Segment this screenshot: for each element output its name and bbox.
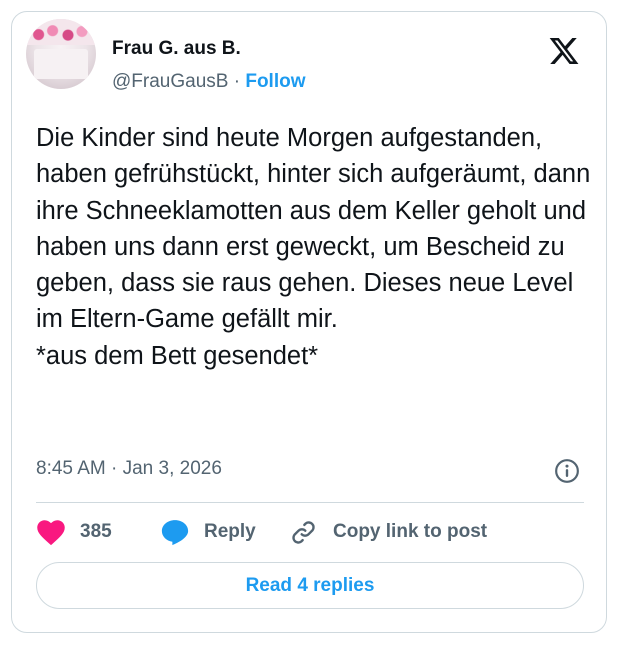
author-handle[interactable]: @FrauGausB xyxy=(112,71,228,92)
post-text: Die Kinder sind heute Morgen aufgestande… xyxy=(36,124,591,370)
copy-link-label: Copy link to post xyxy=(333,521,488,542)
x-logo-icon[interactable] xyxy=(547,35,581,67)
author-name[interactable]: Frau G. aus B. xyxy=(112,38,241,60)
follow-button[interactable]: Follow xyxy=(245,71,305,92)
avatar[interactable] xyxy=(26,19,96,89)
link-icon xyxy=(292,520,315,544)
like-button[interactable]: 385 xyxy=(36,516,112,548)
heart-icon xyxy=(37,520,65,546)
divider xyxy=(36,502,584,503)
read-replies-button[interactable]: Read 4 replies xyxy=(36,562,584,609)
like-count: 385 xyxy=(80,521,112,542)
post-timestamp[interactable]: 8:45 AM · Jan 3, 2026 xyxy=(36,458,222,480)
separator-dot: · xyxy=(233,71,241,92)
reply-label: Reply xyxy=(204,521,256,542)
copy-link-button[interactable]: Copy link to post xyxy=(289,516,487,548)
info-icon[interactable] xyxy=(554,458,580,484)
author-handle-row: @FrauGausB · Follow xyxy=(112,71,306,93)
speech-bubble-icon xyxy=(161,520,189,546)
reply-button[interactable]: Reply xyxy=(160,516,256,548)
